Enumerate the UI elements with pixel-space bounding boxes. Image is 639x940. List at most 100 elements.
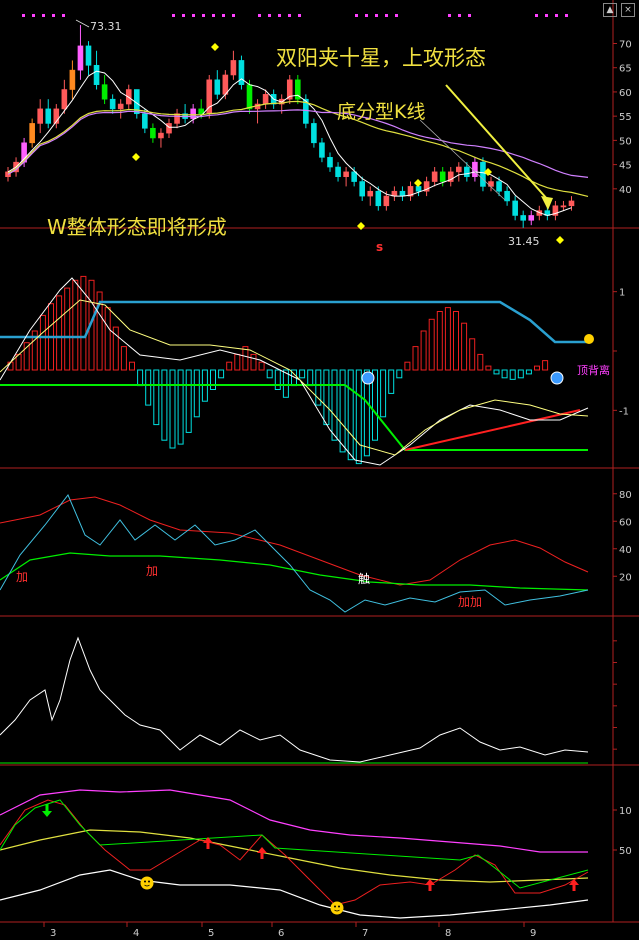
candle-down <box>480 161 486 187</box>
candle-up <box>367 190 374 197</box>
macd-bar-negative <box>323 369 330 426</box>
band-panel[interactable] <box>0 789 589 919</box>
candle-up <box>166 123 172 134</box>
macd-bar-negative <box>145 369 152 406</box>
macd-bar-negative <box>218 369 225 379</box>
x-tick-label: 6 <box>278 928 284 939</box>
kd-tick-label: 60 <box>619 517 632 528</box>
signal-diamond <box>132 153 140 161</box>
candle-down <box>504 190 510 202</box>
candle-down <box>496 181 502 192</box>
macd-bar-negative <box>177 369 184 445</box>
band-red-line <box>0 799 589 906</box>
macd-bar-negative <box>299 369 306 379</box>
candle-up <box>77 45 84 71</box>
signal-dot <box>278 14 281 17</box>
panel-grid <box>0 0 639 923</box>
macd-blue-bubble <box>361 371 375 385</box>
signal-dot <box>375 14 378 17</box>
macd-bar-negative <box>193 369 200 418</box>
kd-panel[interactable] <box>0 494 589 613</box>
macd-bar-positive <box>39 314 46 371</box>
macd-bar-negative <box>355 369 362 465</box>
macd-blue-line <box>0 300 588 344</box>
macd-bar-negative <box>137 369 144 387</box>
macd-bar-negative <box>347 369 354 461</box>
macd-bar-negative <box>266 369 273 379</box>
macd-bar-negative <box>501 369 508 379</box>
smiley-eye <box>148 880 150 883</box>
high-price-label: 73.31 <box>90 20 122 33</box>
candle-down <box>512 200 518 216</box>
macd-panel[interactable] <box>0 275 594 466</box>
macd-bar-negative <box>307 369 314 387</box>
candle-up <box>528 215 535 221</box>
candle-up <box>61 89 68 110</box>
kd-tick-label: 40 <box>619 545 632 556</box>
smiley-eye <box>334 905 336 908</box>
price-tick-label: 40 <box>619 185 632 196</box>
macd-signal-dot <box>584 334 594 344</box>
signal-dot <box>468 14 471 17</box>
candle-up <box>262 94 269 105</box>
candle-up <box>455 166 462 173</box>
buy-arrow <box>257 847 267 859</box>
signal-dot <box>458 14 461 17</box>
signal-dot <box>288 14 291 17</box>
macd-bar-negative <box>153 369 160 426</box>
candle-up <box>29 123 35 144</box>
signal-dot <box>365 14 368 17</box>
buy-arrow <box>569 879 579 891</box>
signal-dot <box>32 14 35 17</box>
macd-bar-negative <box>525 369 532 375</box>
candle-up <box>37 108 44 124</box>
macd-bar-positive <box>428 318 435 371</box>
candle-down <box>415 186 422 192</box>
signal-dot <box>448 14 451 17</box>
price-tick-label: 65 <box>619 64 632 75</box>
candle-down <box>439 171 446 182</box>
signal-dot <box>395 14 398 17</box>
macd-bar-negative <box>509 369 516 380</box>
kd-add-signal-2: 加 <box>146 564 159 578</box>
scroll-up-button[interactable]: ▲ <box>603 3 617 17</box>
signal-diamond <box>357 222 365 230</box>
macd-bar-positive <box>444 307 451 371</box>
macd-bar-negative <box>169 369 176 449</box>
candle-down <box>85 45 92 66</box>
signal-dot <box>555 14 558 17</box>
close-button[interactable]: × <box>621 3 635 17</box>
top-divergence-label: 顶背离 <box>577 364 610 377</box>
x-tick-label: 5 <box>208 928 214 939</box>
smiley-eye <box>338 905 340 908</box>
x-tick-label: 3 <box>50 928 56 939</box>
volatility-panel[interactable] <box>0 636 589 764</box>
macd-dif-line <box>0 277 589 466</box>
signal-dot <box>268 14 271 17</box>
ma-longest-line <box>7 109 589 178</box>
candle-up <box>230 60 237 76</box>
macd-blue-bubble <box>550 371 564 385</box>
candle-up <box>222 74 229 95</box>
w-pattern-annotation: W整体形态即将形成 <box>47 215 227 239</box>
candle-down <box>109 98 116 110</box>
macd-bar-positive <box>477 353 484 371</box>
candle-down <box>198 108 204 115</box>
signal-dot <box>385 14 388 17</box>
macd-bar-negative <box>331 369 338 441</box>
macd-bar-positive <box>461 322 468 371</box>
macd-bar-positive <box>412 346 419 371</box>
candle-up <box>560 205 567 208</box>
kd-cyan-line <box>0 494 589 613</box>
candle-up <box>343 171 349 178</box>
smiley-face <box>140 876 154 890</box>
candle-down <box>101 84 108 100</box>
kd-red-line <box>0 496 589 586</box>
candle-down <box>351 171 357 182</box>
price-tick-label: 50 <box>619 136 632 147</box>
candle-down <box>464 166 470 178</box>
price-tick-label: 45 <box>619 161 632 172</box>
macd-bar-positive <box>226 361 233 371</box>
candle-down <box>359 181 366 197</box>
x-tick-label: 8 <box>445 928 451 939</box>
